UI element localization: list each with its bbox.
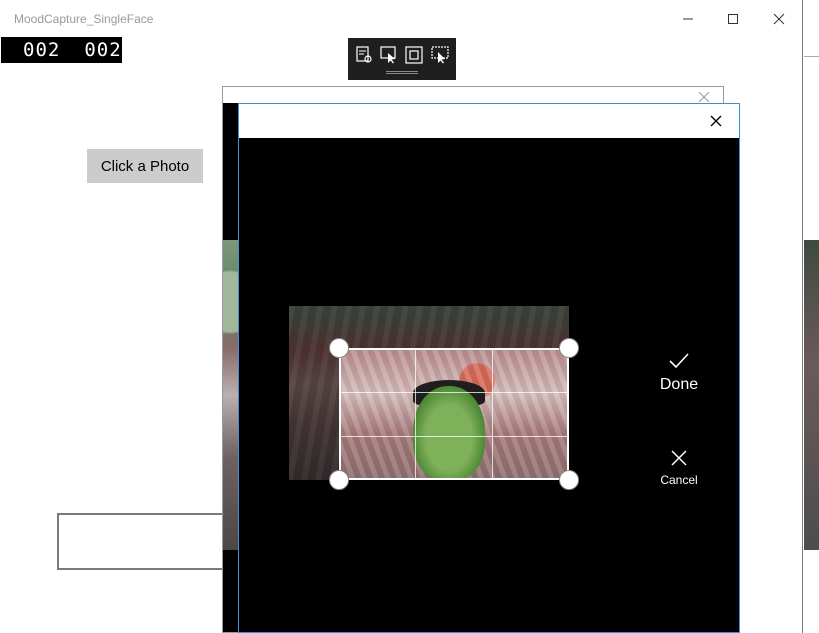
- minimize-button[interactable]: [665, 6, 711, 32]
- frame-counter-left: 002: [23, 39, 61, 61]
- live-visual-tree-icon[interactable]: [354, 45, 374, 65]
- close-button[interactable]: [756, 6, 802, 32]
- maximize-icon: [728, 14, 738, 24]
- crop-close-button[interactable]: [709, 114, 723, 128]
- crop-handle-top-left[interactable]: [329, 338, 349, 358]
- window-title: MoodCapture_SingleFace: [14, 12, 154, 26]
- camera-dialog-titlebar: [223, 87, 723, 103]
- title-bar[interactable]: MoodCapture_SingleFace: [0, 0, 803, 38]
- captured-photo: [289, 306, 569, 480]
- close-icon[interactable]: [699, 92, 709, 102]
- crop-handle-top-right[interactable]: [559, 338, 579, 358]
- cancel-icon: [671, 450, 687, 466]
- done-button[interactable]: Done: [649, 352, 709, 408]
- minimize-icon: [683, 18, 693, 20]
- result-textbox[interactable]: [57, 513, 227, 570]
- close-icon: [773, 13, 785, 25]
- cancel-button[interactable]: Cancel: [649, 449, 709, 499]
- background-camera-preview-edge: [804, 240, 819, 550]
- crop-border: [339, 348, 569, 480]
- display-layout-adorners-icon[interactable]: [404, 45, 424, 65]
- toolbar-drag-handle[interactable]: [386, 71, 418, 74]
- frame-rate-counter: 002 002: [1, 37, 122, 63]
- photo-crop-dialog: Done Cancel: [238, 103, 740, 633]
- frame-counter-right: 002: [84, 39, 122, 61]
- maximize-button[interactable]: [710, 6, 756, 32]
- track-focus-icon[interactable]: [430, 45, 450, 65]
- close-icon: [710, 115, 722, 127]
- crop-handle-bottom-left[interactable]: [329, 470, 349, 490]
- crop-dialog-titlebar: [239, 104, 739, 138]
- debug-toolbar: [348, 38, 456, 80]
- checkmark-icon: [669, 353, 689, 369]
- background-window-edge: [804, 56, 819, 101]
- click-photo-button[interactable]: Click a Photo: [87, 149, 203, 183]
- crop-handle-bottom-right[interactable]: [559, 470, 579, 490]
- done-label: Done: [659, 376, 699, 393]
- select-element-icon[interactable]: [379, 45, 399, 65]
- cancel-label: Cancel: [660, 473, 698, 487]
